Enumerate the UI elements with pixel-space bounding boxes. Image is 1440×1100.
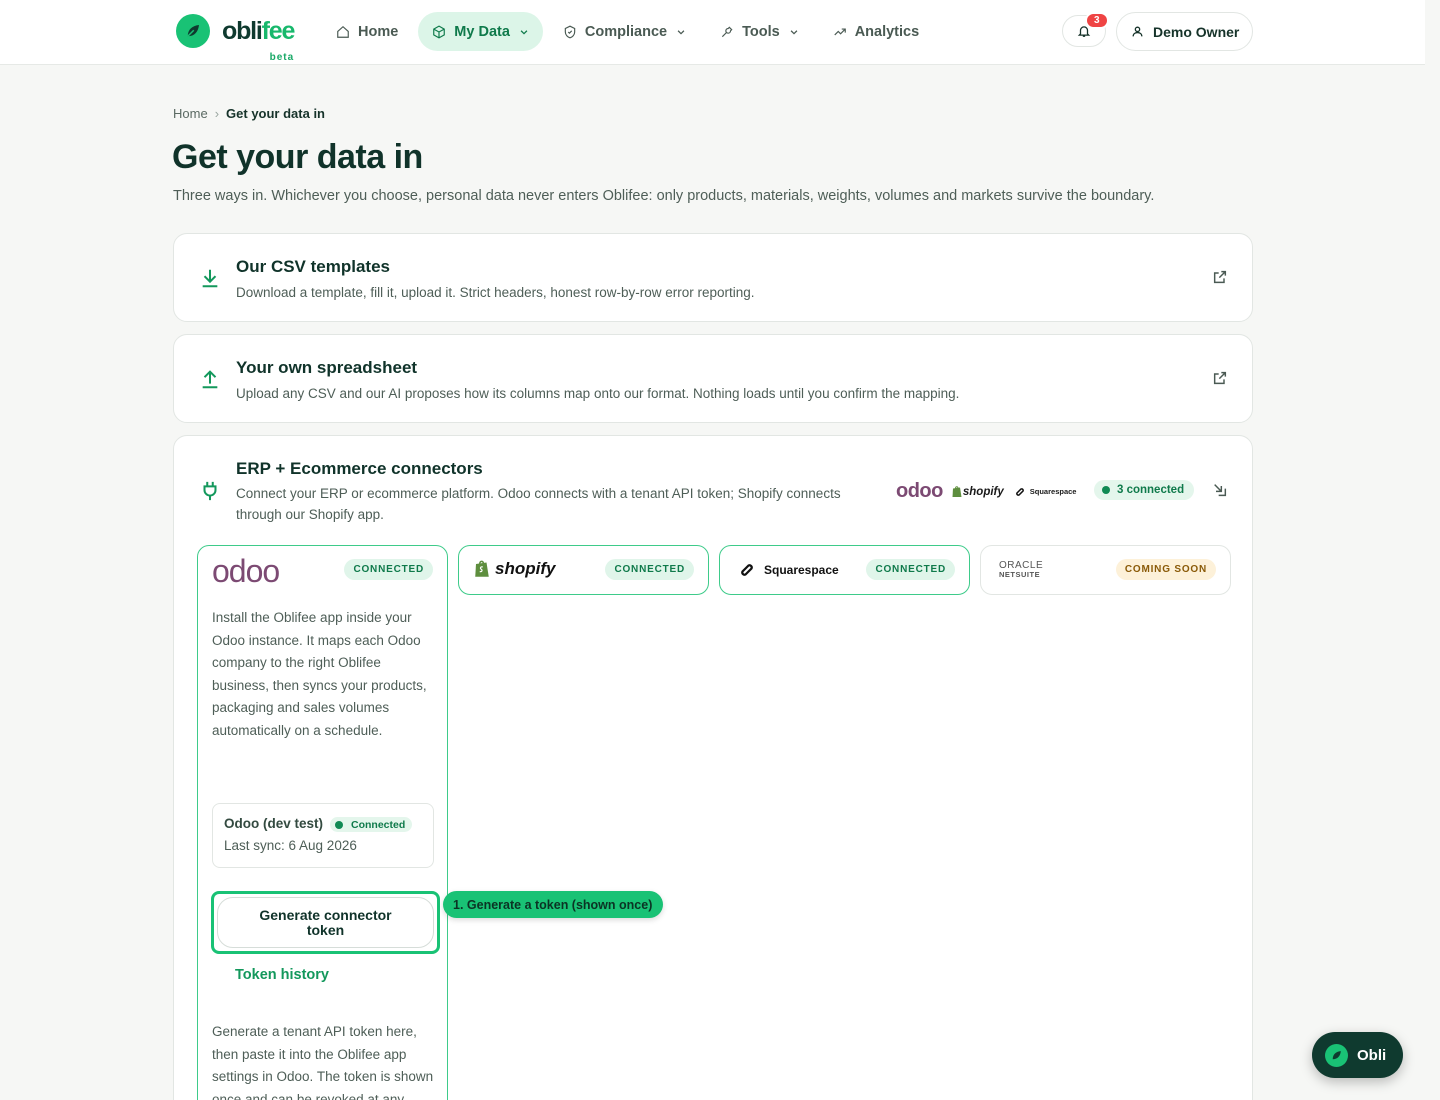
nav-home[interactable]: Home <box>322 12 412 51</box>
obli-assistant-button[interactable]: Obli <box>1312 1032 1403 1078</box>
external-link-icon[interactable] <box>1212 370 1228 386</box>
collapse-icon[interactable] <box>1212 482 1228 498</box>
connectors-card: ERP + Ecommerce connectors Connect your … <box>173 435 1253 1100</box>
status-dot <box>1102 486 1110 494</box>
cube-icon <box>433 24 446 39</box>
squarespace-mark-icon <box>1015 487 1024 496</box>
status-badge: CONNECTED <box>605 559 694 580</box>
notifications-button[interactable]: 3 <box>1062 12 1109 47</box>
page-subtitle: Three ways in. Whichever you choose, per… <box>173 188 1155 204</box>
odoo-logo: odoo <box>212 553 280 589</box>
logo-wordmark: oblifee beta <box>222 15 295 63</box>
notifications-count-badge: 3 <box>1085 12 1109 29</box>
status-badge: CONNECTED <box>866 559 955 580</box>
squarespace-logo: Squarespace <box>738 561 839 579</box>
download-icon <box>202 269 218 288</box>
status-badge: CONNECTED <box>344 559 433 580</box>
instance-status-badge: Connected <box>330 817 413 832</box>
card-title: Our CSV templates <box>236 257 390 276</box>
squarespace-connector-tile[interactable]: Squarespace CONNECTED <box>719 545 970 595</box>
assistant-label: Obli <box>1357 1046 1387 1064</box>
card-title: Your own spreadsheet <box>236 358 418 377</box>
breadcrumb: Home › Get your data in <box>173 106 325 121</box>
generate-connector-token-button[interactable]: Generate connector token <box>217 897 434 948</box>
shopify-bag-icon <box>952 486 962 497</box>
onboarding-tooltip: 1. Generate a token (shown once) <box>443 891 664 918</box>
token-help-text: Generate a tenant API token here, then p… <box>212 1024 434 1100</box>
nav-tools[interactable]: Tools <box>706 12 813 51</box>
status-dot <box>335 820 343 829</box>
odoo-instance-card: Odoo (dev test) Connected Last sync: 6 A… <box>212 803 434 868</box>
card-title: ERP + Ecommerce connectors <box>236 459 483 478</box>
shopify-logo: shopify <box>473 558 555 579</box>
odoo-description: Install the Oblifee app inside your Odoo… <box>212 610 427 738</box>
csv-templates-card[interactable]: Our CSV templates Download a template, f… <box>173 233 1253 322</box>
shopify-connector-tile[interactable]: shopify CONNECTED <box>458 545 709 595</box>
odoo-logo: odoo <box>896 480 943 502</box>
card-description: Download a template, fill it, upload it.… <box>236 285 755 300</box>
wrench-icon <box>722 26 733 37</box>
last-sync-text: Last sync: 6 Aug 2026 <box>224 838 357 853</box>
leaf-icon <box>176 14 210 48</box>
page-title: Get your data in <box>172 138 423 176</box>
external-link-icon[interactable] <box>1212 269 1228 285</box>
breadcrumb-current: Get your data in <box>226 106 325 121</box>
beta-tag: beta <box>269 52 295 63</box>
token-history-link[interactable]: Token history <box>235 967 329 983</box>
nav-my-data[interactable]: My Data <box>418 12 543 51</box>
status-badge: COMING SOON <box>1115 559 1216 580</box>
card-description: Connect your ERP or ecommerce platform. … <box>236 486 841 522</box>
home-icon <box>337 25 349 38</box>
user-icon <box>1132 26 1143 37</box>
leaf-icon <box>1325 1043 1348 1067</box>
main-nav: Home My Data Compliance Tools Analytics <box>322 12 933 51</box>
top-navigation-bar: oblifee beta Home My Data Compliance Too… <box>0 0 1425 65</box>
chevron-down-icon <box>677 29 685 35</box>
nav-analytics[interactable]: Analytics <box>819 12 933 51</box>
user-menu-button[interactable]: Demo Owner <box>1116 12 1253 51</box>
card-description: Upload any CSV and our AI proposes how i… <box>236 386 960 401</box>
chevron-down-icon <box>790 29 798 35</box>
generate-token-highlight: Generate connector token <box>211 891 440 954</box>
connector-brand-strip: odoo shopify Squarespace <box>896 480 1076 503</box>
chevron-down-icon <box>520 29 528 35</box>
squarespace-logo: Squarespace <box>1014 486 1076 498</box>
shopify-logo: shopify <box>951 485 1004 498</box>
instance-name: Odoo (dev test) <box>224 816 324 831</box>
breadcrumb-separator: › <box>214 106 220 121</box>
shield-icon <box>564 25 576 38</box>
oblifee-logo[interactable]: oblifee beta <box>176 14 295 63</box>
upload-icon <box>202 370 218 389</box>
trending-up-icon <box>834 28 846 35</box>
odoo-connector-tile[interactable]: odoo CONNECTED Install the Oblifee app i… <box>197 545 448 1100</box>
breadcrumb-home[interactable]: Home <box>173 106 208 121</box>
oracle-netsuite-connector-tile[interactable]: ORACLE NETSUITE COMING SOON <box>980 545 1231 595</box>
plug-icon <box>203 481 217 501</box>
connected-count-badge: 3 connected <box>1094 480 1195 500</box>
nav-compliance[interactable]: Compliance <box>549 12 700 51</box>
shopify-bag-icon <box>475 560 489 577</box>
squarespace-mark-icon <box>741 564 753 576</box>
oracle-netsuite-logo: ORACLE NETSUITE <box>999 560 1044 580</box>
own-spreadsheet-card[interactable]: Your own spreadsheet Upload any CSV and … <box>173 334 1253 423</box>
